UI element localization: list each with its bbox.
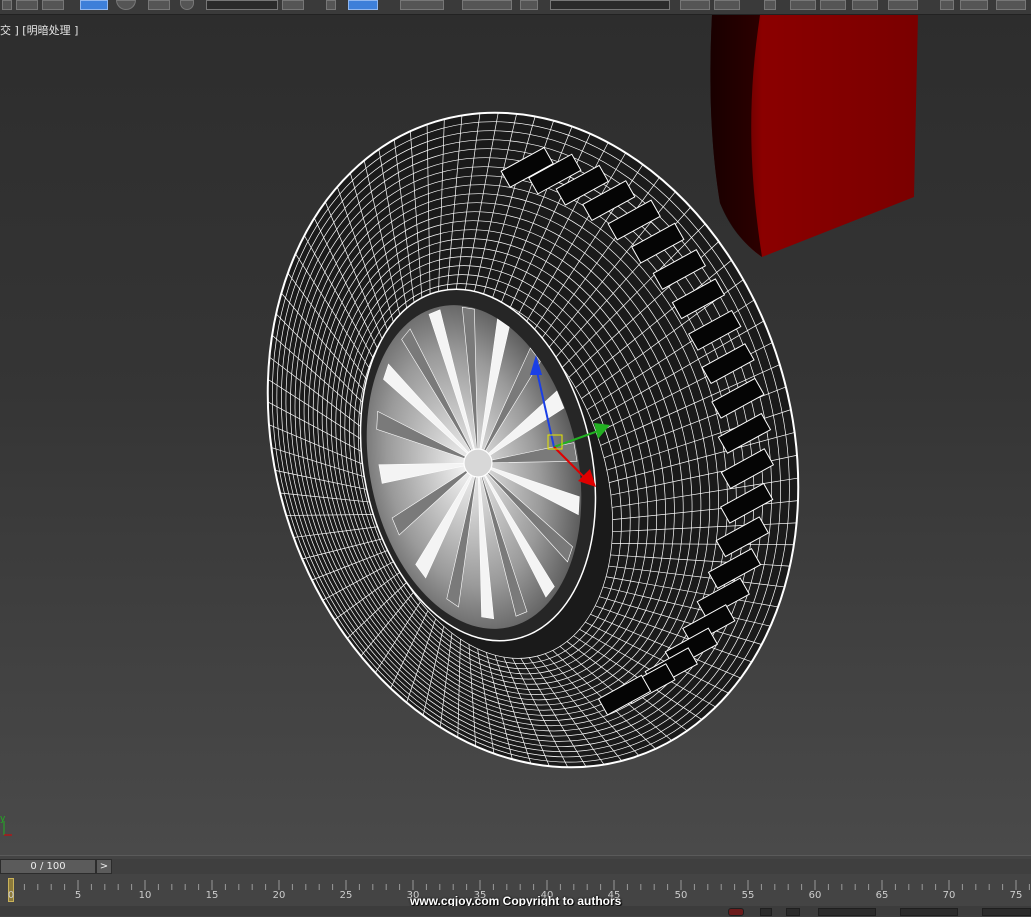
rotate-icon[interactable] [116, 0, 136, 10]
pivot-icon[interactable] [326, 0, 336, 10]
scene-render: y [0, 15, 918, 836]
world-axis-tripod: y [0, 814, 12, 836]
material-editor-icon[interactable] [820, 0, 846, 10]
ruler-tick-label: 50 [674, 890, 688, 901]
ruler-tick-label: 25 [339, 890, 353, 901]
ruler-tick-label: 15 [205, 890, 219, 901]
select-region-icon[interactable] [2, 0, 12, 10]
teapot-icon[interactable] [960, 0, 988, 10]
select-move-icon[interactable] [80, 0, 108, 10]
next-frame-button[interactable]: > [96, 859, 112, 874]
sun-icon[interactable] [790, 0, 816, 10]
ruler-tick-label: 10 [138, 890, 152, 901]
ruler-tick-label: 0 [7, 890, 15, 901]
align-icon[interactable] [462, 0, 512, 10]
x-coordinate-field[interactable] [818, 908, 876, 916]
axis-y-label: y [0, 814, 6, 824]
command-field[interactable] [550, 0, 670, 10]
select-window-icon[interactable] [16, 0, 38, 10]
hub-cap [463, 448, 493, 478]
snap-icon[interactable] [400, 0, 444, 10]
sphere-icon[interactable] [180, 0, 194, 10]
status-bar [0, 906, 1031, 916]
ruler-tick-label: 70 [942, 890, 956, 901]
graph-icon[interactable] [714, 0, 740, 10]
ruler-tick-label: 65 [875, 890, 889, 901]
render-icon[interactable] [940, 0, 954, 10]
frame-counter[interactable]: 0 / 100 [0, 859, 96, 874]
z-coordinate-field[interactable] [982, 908, 1031, 916]
selection-lock-icon[interactable] [760, 908, 772, 916]
render-setup-icon[interactable] [852, 0, 878, 10]
y-coordinate-field[interactable] [900, 908, 958, 916]
abc-icon[interactable] [520, 0, 538, 10]
mirror-icon[interactable] [348, 0, 378, 10]
ruler-tick-label: 20 [272, 890, 286, 901]
crossing-icon[interactable] [42, 0, 64, 10]
perspective-viewport[interactable]: 交 ] [明暗处理 ] y [0, 15, 1031, 855]
time-slider-track[interactable] [112, 859, 1031, 874]
ruler-tick-label: 5 [74, 890, 82, 901]
render-frame-icon[interactable] [888, 0, 918, 10]
ruler-tick-label: 60 [808, 890, 822, 901]
scale-icon[interactable] [148, 0, 170, 10]
ruler-tick-label: 75 [1009, 890, 1023, 901]
absolute-mode-icon[interactable] [786, 908, 800, 916]
extra-icon[interactable] [996, 0, 1026, 10]
named-selection-field[interactable] [206, 0, 278, 10]
key-icon[interactable] [764, 0, 776, 10]
layer-icon[interactable] [680, 0, 710, 10]
ruler-tick-label: 55 [741, 890, 755, 901]
main-toolbar [0, 0, 1031, 15]
snap-toggle-icon[interactable] [282, 0, 304, 10]
lock-icon[interactable] [728, 908, 744, 916]
